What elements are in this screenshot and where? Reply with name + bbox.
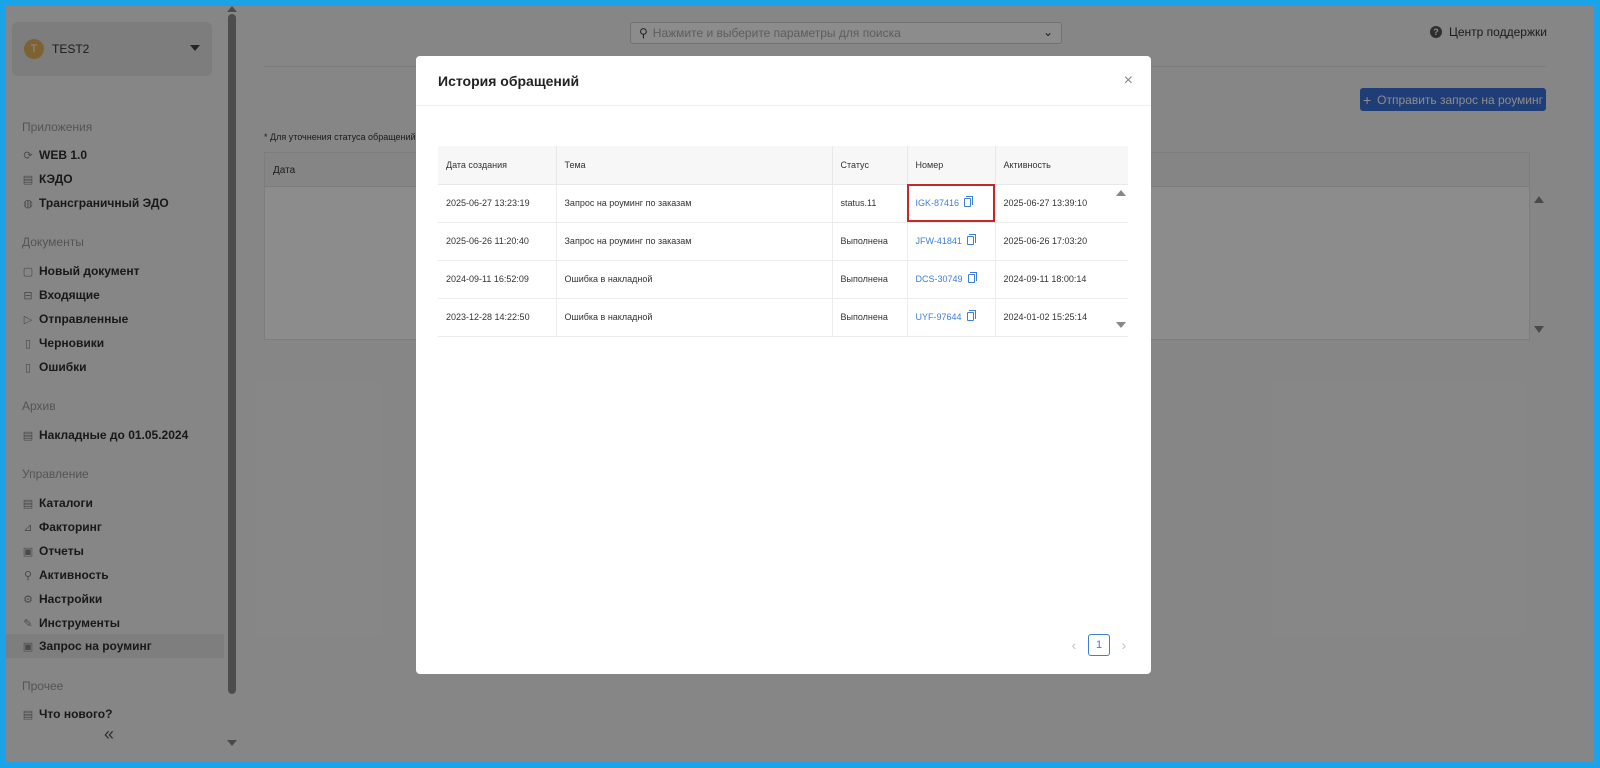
cell-created: 2024-09-11 16:52:09	[438, 260, 557, 299]
column-header-created[interactable]: Дата создания	[438, 146, 557, 185]
history-table: Дата создания Тема Статус Номер Активнос…	[438, 146, 1128, 337]
modal-title: История обращений	[438, 72, 580, 89]
copy-icon[interactable]	[967, 272, 977, 283]
table-row: 2025-06-26 11:20:40 Запрос на роуминг по…	[438, 222, 1128, 261]
column-header-topic[interactable]: Тема	[556, 146, 833, 185]
cell-topic: Запрос на роуминг по заказам	[556, 184, 833, 223]
table-row: 2025-06-27 13:23:19 Запрос на роуминг по…	[438, 184, 1128, 223]
column-header-number[interactable]: Номер	[907, 146, 996, 185]
cell-status: status.11	[832, 184, 908, 223]
request-number-link[interactable]: JFW-41841	[916, 236, 962, 246]
cell-status: Выполнена	[832, 222, 908, 261]
request-number-link[interactable]: DCS-30749	[916, 274, 963, 284]
cell-activity: 2025-06-27 13:39:10	[995, 184, 1128, 223]
column-header-activity[interactable]: Активность	[995, 146, 1128, 185]
table-row: 2024-09-11 16:52:09 Ошибка в накладной В…	[438, 260, 1128, 299]
cell-activity: 2024-09-11 18:00:14	[995, 260, 1128, 299]
pagination: ‹ 1 ›	[1066, 634, 1132, 656]
copy-icon[interactable]	[964, 196, 974, 207]
column-header-status[interactable]: Статус	[832, 146, 908, 185]
cell-created: 2023-12-28 14:22:50	[438, 298, 557, 337]
cell-created: 2025-06-26 11:20:40	[438, 222, 557, 261]
cell-number: JFW-41841	[907, 222, 996, 261]
cell-topic: Ошибка в накладной	[556, 298, 833, 337]
copy-icon[interactable]	[966, 310, 976, 321]
scroll-up-icon[interactable]	[1116, 190, 1126, 196]
cell-topic: Ошибка в накладной	[556, 260, 833, 299]
close-icon[interactable]: ×	[1124, 72, 1133, 90]
table-row: 2023-12-28 14:22:50 Ошибка в накладной В…	[438, 298, 1128, 337]
cell-number: IGK-87416	[907, 184, 996, 223]
request-number-link[interactable]: UYF-97644	[916, 312, 962, 322]
next-page-icon[interactable]: ›	[1116, 637, 1132, 653]
modal-header: История обращений	[416, 56, 1151, 106]
cell-status: Выполнена	[832, 260, 908, 299]
page-button-current[interactable]: 1	[1088, 634, 1110, 656]
scroll-down-icon[interactable]	[1116, 322, 1126, 328]
cell-status: Выполнена	[832, 298, 908, 337]
app-frame: T TEST2 Приложения ⟳ WEB 1.0 ▤ КЭДО ◍ Транс…	[6, 6, 1594, 762]
request-number-link[interactable]: IGK-87416	[916, 198, 960, 208]
cell-topic: Запрос на роуминг по заказам	[556, 222, 833, 261]
prev-page-icon[interactable]: ‹	[1066, 637, 1082, 653]
cell-activity: 2024-01-02 15:25:14	[995, 298, 1128, 337]
cell-number: DCS-30749	[907, 260, 996, 299]
cell-number: UYF-97644	[907, 298, 996, 337]
copy-icon[interactable]	[966, 234, 976, 245]
cell-activity: 2025-06-26 17:03:20	[995, 222, 1128, 261]
history-modal: История обращений × Дата создания Тема С…	[416, 56, 1151, 674]
cell-created: 2025-06-27 13:23:19	[438, 184, 557, 223]
